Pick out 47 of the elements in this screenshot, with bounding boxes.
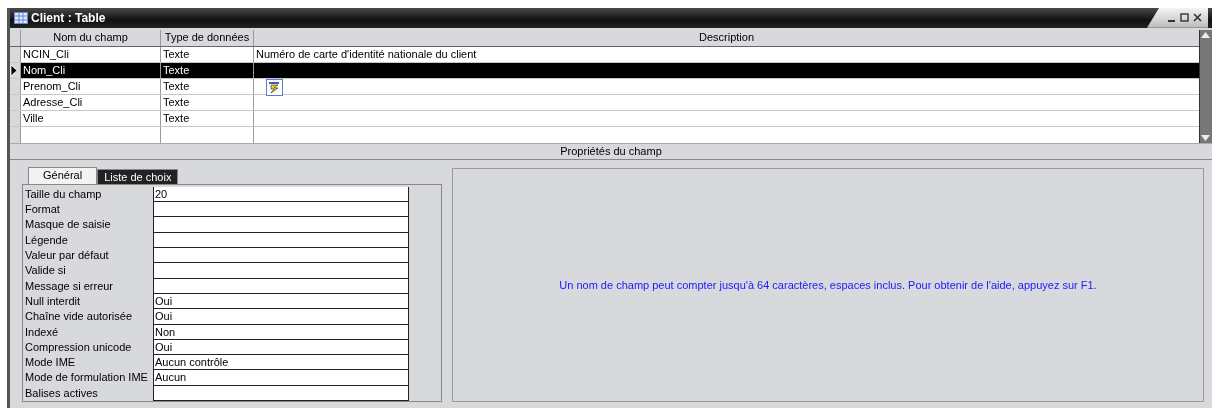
property-label: Indexé (25, 324, 60, 340)
scroll-down-icon[interactable] (1200, 132, 1211, 143)
table-cell: Prenom_Cli (20, 78, 160, 94)
table-cell: NCIN_Cli (20, 46, 160, 62)
scrollbar[interactable] (1199, 29, 1212, 143)
property-field[interactable] (153, 202, 409, 218)
property-field[interactable]: Aucun contrôle (153, 355, 409, 371)
window-title: Client : Table (31, 10, 107, 25)
tab[interactable]: Général (28, 166, 98, 184)
row-pointer-icon (10, 64, 17, 76)
table-cell: Texte (160, 62, 253, 78)
property-label: Balises actives (25, 385, 99, 401)
property-label: Format (25, 202, 61, 218)
table-cell: Nom_Cli (20, 62, 160, 78)
property-field[interactable]: 20 (153, 186, 409, 203)
property-label: Taille du champ (25, 186, 103, 202)
property-label: Mode IME (25, 355, 77, 371)
table-cell: Texte (160, 94, 253, 110)
property-label: Masque de saisie (25, 217, 112, 233)
property-label: Compression unicode (25, 339, 133, 355)
property-field[interactable] (153, 217, 409, 233)
column-header[interactable]: Type de données (160, 29, 253, 46)
property-label: Valide si (25, 263, 67, 279)
property-field[interactable] (153, 263, 409, 279)
table-cell: Texte (160, 78, 253, 94)
lightning-icon[interactable] (266, 78, 283, 96)
column-header[interactable]: Nom du champ (20, 29, 160, 46)
property-field[interactable] (153, 248, 409, 264)
section-title: Propriétés du champ (10, 142, 1212, 160)
table-cell: Adresse_Cli (20, 94, 160, 110)
maximize-icon[interactable] (1180, 13, 1189, 23)
row-selector[interactable] (10, 62, 20, 78)
help-text: Un nom de champ peut compter jusqu'à 64 caractères, espaces inclus. Pour obtenir de l'aide, appuyez sur F1. (559, 278, 1097, 291)
property-label: Null interdit (25, 293, 82, 309)
property-field[interactable]: Oui (153, 309, 409, 325)
table-cell: Texte (160, 110, 253, 126)
close-icon[interactable] (1193, 13, 1202, 23)
property-label: Message si erreur (25, 278, 115, 294)
property-label: Mode de formulation IME (25, 370, 149, 386)
property-label: Chaîne vide autorisée (25, 309, 133, 325)
property-label: Légende (25, 232, 69, 248)
tab[interactable]: Liste de choix (97, 168, 179, 184)
property-label: Valeur par défaut (25, 248, 110, 264)
property-field[interactable]: Aucun (153, 370, 409, 386)
table-cell: Ville (20, 110, 160, 126)
table-cell: Texte (160, 46, 253, 62)
table-icon (14, 11, 28, 24)
